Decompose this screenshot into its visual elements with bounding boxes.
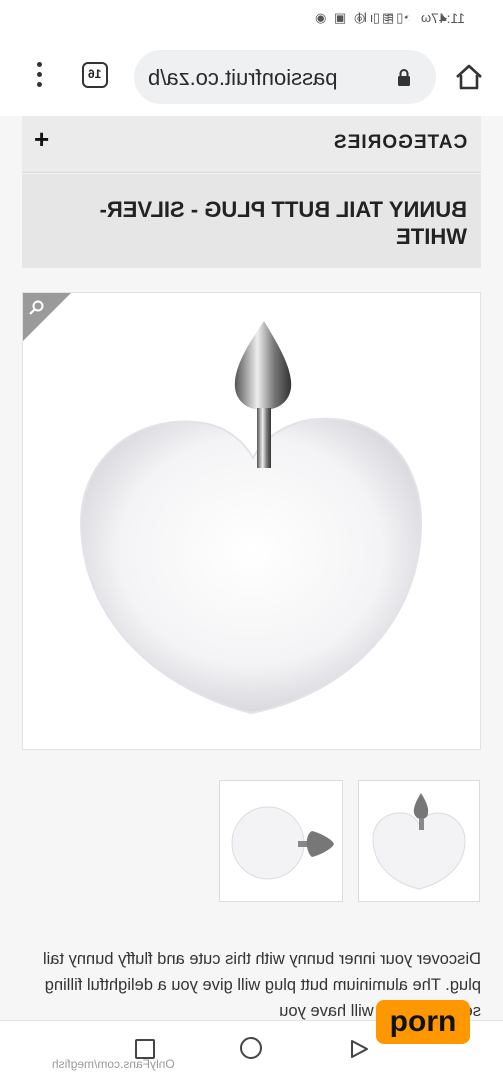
nav-home-icon[interactable] xyxy=(240,1037,262,1059)
status-bar: ◂ ω ◔ ≋ ıll ▯◫▯ ◎ ▣ ◉ 11:47 xyxy=(0,0,503,40)
web-page: CATEGORIES + BUNNY TAIL BUTT PLUG - SILV… xyxy=(0,116,503,1020)
home-icon[interactable] xyxy=(450,58,488,96)
thumbnail-front[interactable] xyxy=(358,780,480,902)
address-bar[interactable]: passionfruit.co.za/b xyxy=(134,50,436,104)
watermark-url-text: OnlyFans.com/megfish xyxy=(52,1057,175,1071)
url-text[interactable]: passionfruit.co.za/b xyxy=(148,65,338,91)
back-icon[interactable] xyxy=(348,1038,370,1060)
browser-toolbar: passionfruit.co.za/b 16 xyxy=(0,40,503,116)
expand-plus-icon[interactable]: + xyxy=(34,124,49,155)
watermark-badge: porn xyxy=(376,1000,470,1044)
magnifier-icon[interactable] xyxy=(29,299,45,315)
thumbnail-side-image xyxy=(231,806,334,880)
lock-icon xyxy=(398,69,410,86)
notification-icons: ▯◫▯ ◎ ▣ ◉ xyxy=(312,10,403,25)
thumbnail-side[interactable] xyxy=(219,780,343,902)
categories-label: CATEGORIES xyxy=(332,132,467,153)
product-title: BUNNY TAIL BUTT PLUG - SILVER-WHITE xyxy=(99,197,467,249)
product-image[interactable] xyxy=(22,292,481,750)
tab-count: 16 xyxy=(88,67,102,81)
categories-bar[interactable]: CATEGORIES + xyxy=(22,116,481,173)
overflow-menu-icon[interactable] xyxy=(30,62,48,92)
watermark-url: OnlyFans.com/megfish xyxy=(0,1057,175,1071)
thumbnail-front-image xyxy=(372,793,466,890)
status-time: 11:47 xyxy=(431,10,465,26)
recents-icon[interactable] xyxy=(135,1039,155,1059)
tab-switcher-button[interactable]: 16 xyxy=(82,62,108,88)
product-title-box: BUNNY TAIL BUTT PLUG - SILVER-WHITE xyxy=(22,174,481,268)
bunny-plug-image xyxy=(79,321,423,715)
